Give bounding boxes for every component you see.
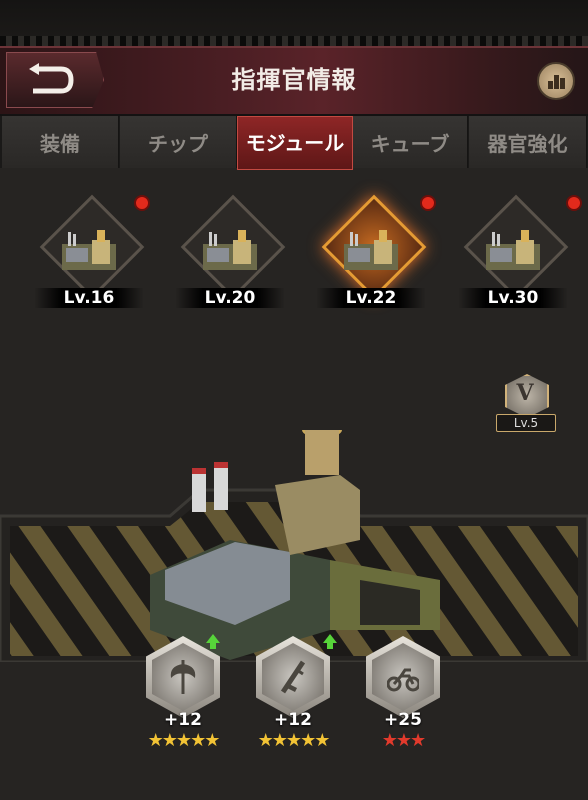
rank-badge[interactable]: V Lv.5 [494,374,556,436]
module-level: Lv.22 [316,288,426,308]
module-level: Lv.20 [175,288,285,308]
stat-value: +25 [384,710,422,730]
motorcycle-icon [387,668,419,692]
stat-slot[interactable]: +12 ★★★★★ [138,634,228,752]
module-slot[interactable]: Lv.20 [175,194,286,312]
top-frame [0,0,588,46]
notification-dot [566,195,582,211]
star-rating: ★★★★★ [147,730,221,751]
module-level: Lv.16 [34,288,144,308]
module-slot[interactable]: Lv.30 [458,194,569,312]
factory-icon [203,230,257,270]
notification-dot [420,195,436,211]
bar-chart-icon [548,81,553,89]
stat-value: +12 [164,710,202,730]
stat-value: +12 [274,710,312,730]
page-title: 指揮官情報 [231,66,357,94]
tab-organ-enhance[interactable]: 器官強化 [469,116,587,168]
tab-chip[interactable]: チップ [120,116,237,168]
notification-dot [134,195,150,211]
module-slot-selected[interactable]: Lv.22 [316,194,427,312]
star-rating: ★★★ [381,730,426,751]
tab-bar: 装備 チップ モジュール キューブ 器官強化 [0,116,588,170]
rank-numeral: V [516,380,534,406]
upgrade-arrow-icon [206,634,220,649]
rifle-icon [280,660,306,694]
factory-icon [344,230,398,270]
module-slot[interactable]: Lv.16 [34,194,145,312]
factory-icon [62,230,116,270]
star-rating: ★★★★★ [257,730,331,751]
upgrade-arrow-icon [323,634,337,649]
stats-button[interactable] [537,62,575,100]
tab-module[interactable]: モジュール [237,116,353,170]
tab-equipment[interactable]: 装備 [2,116,119,168]
tab-cube[interactable]: キューブ [353,116,468,168]
factory-icon [486,230,540,270]
axe-icon [170,660,196,694]
module-level: Lv.30 [458,288,568,308]
stat-slot[interactable]: +25 ★★★ [358,636,448,752]
stat-slot[interactable]: +12 ★★★★★ [248,634,338,752]
